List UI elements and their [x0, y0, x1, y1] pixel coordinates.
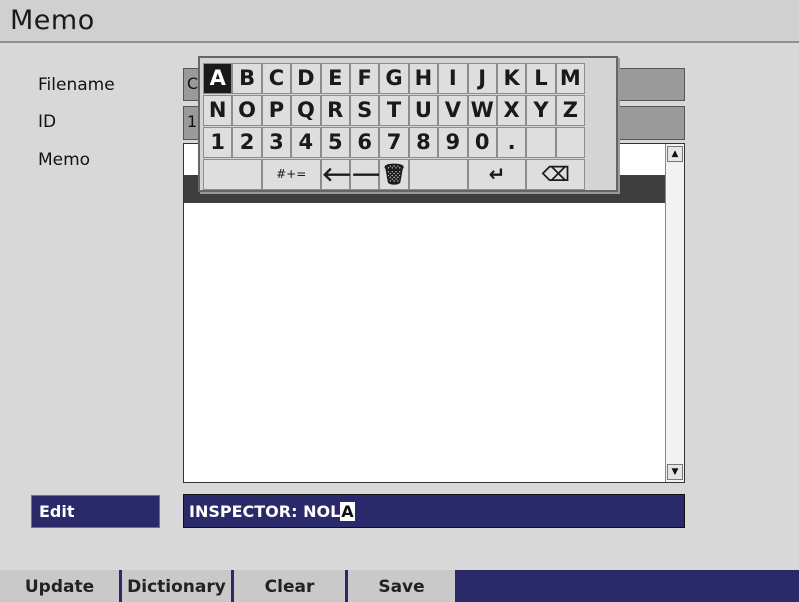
- id-label: ID: [38, 112, 57, 132]
- key-o[interactable]: O: [232, 95, 262, 126]
- key-b[interactable]: B: [232, 63, 262, 94]
- key-r[interactable]: R: [320, 95, 350, 126]
- key-0[interactable]: 0: [467, 127, 497, 158]
- key-blank[interactable]: [526, 127, 556, 158]
- key-1[interactable]: 1: [203, 127, 233, 158]
- scroll-down-icon[interactable]: ▼: [667, 464, 683, 480]
- edit-field[interactable]: INSPECTOR: NOLA: [183, 494, 685, 528]
- edit-label: Edit: [39, 502, 75, 521]
- key-l[interactable]: L: [526, 63, 556, 94]
- key-5[interactable]: 5: [320, 127, 350, 158]
- page-title: Memo: [10, 5, 95, 36]
- key-s[interactable]: S: [349, 95, 380, 126]
- key-d[interactable]: D: [291, 63, 321, 94]
- key-t[interactable]: T: [379, 95, 409, 126]
- update-button[interactable]: Update: [0, 570, 122, 602]
- memo-text-area[interactable]: ▲ ▼: [183, 143, 685, 483]
- left-arrow-icon[interactable]: 🡐: [320, 159, 375, 190]
- memo-screen: Memo Filename ID Memo C 1 ▲ ▼ Edit INSPE…: [0, 0, 799, 602]
- filename-label: Filename: [38, 75, 115, 95]
- key-p[interactable]: P: [261, 95, 292, 126]
- key-blank[interactable]: [555, 127, 586, 158]
- key-4[interactable]: 4: [291, 127, 321, 158]
- memo-label: Memo: [38, 150, 91, 170]
- key-3[interactable]: 3: [261, 127, 292, 158]
- clear-button[interactable]: Clear: [234, 570, 348, 602]
- dictionary-button[interactable]: Dictionary: [122, 570, 234, 602]
- key-e[interactable]: E: [320, 63, 350, 94]
- key-6[interactable]: 6: [349, 127, 380, 158]
- key-m[interactable]: M: [555, 63, 586, 94]
- edit-label-box: Edit: [31, 495, 160, 528]
- key-q[interactable]: Q: [291, 95, 321, 126]
- key-k[interactable]: K: [496, 63, 527, 94]
- key-8[interactable]: 8: [408, 127, 439, 158]
- keyboard-row-letters-2: NOPQRSTUVWXYZ: [203, 95, 586, 126]
- edit-value: INSPECTOR: NOLA: [189, 502, 355, 521]
- key-n[interactable]: N: [203, 95, 233, 126]
- key-u[interactable]: U: [408, 95, 439, 126]
- on-screen-keyboard: ABCDEFGHIJKLM NOPQRSTUVWXYZ 1234567890. …: [198, 56, 618, 192]
- keyboard-row-controls: #+= 🡐 🡒 🗑 ↵ ⌫: [203, 159, 586, 190]
- enter-icon[interactable]: ↵: [467, 159, 527, 190]
- key-h[interactable]: H: [408, 63, 439, 94]
- key-2[interactable]: 2: [232, 127, 262, 158]
- key-period[interactable]: .: [496, 127, 527, 158]
- memo-scrollbar[interactable]: ▲ ▼: [665, 144, 684, 482]
- text-cursor: A: [340, 502, 355, 521]
- key-7[interactable]: 7: [379, 127, 409, 158]
- key-j[interactable]: J: [467, 63, 497, 94]
- key-a[interactable]: A: [203, 63, 233, 94]
- key-9[interactable]: 9: [438, 127, 468, 158]
- trash-icon[interactable]: 🗑: [379, 159, 409, 190]
- key-w[interactable]: W: [467, 95, 497, 126]
- key-f[interactable]: F: [349, 63, 380, 94]
- key-y[interactable]: Y: [526, 95, 556, 126]
- right-arrow-icon[interactable]: 🡒: [349, 159, 405, 190]
- key-c[interactable]: C: [261, 63, 292, 94]
- key-x[interactable]: X: [496, 95, 527, 126]
- key-blank[interactable]: [408, 159, 468, 190]
- keyboard-row-letters-1: ABCDEFGHIJKLM: [203, 63, 586, 94]
- key-v[interactable]: V: [438, 95, 468, 126]
- key-blank[interactable]: [203, 159, 262, 190]
- symbols-key[interactable]: #+=: [261, 159, 321, 190]
- key-g[interactable]: G: [379, 63, 409, 94]
- save-button[interactable]: Save: [348, 570, 458, 602]
- title-bar: Memo: [0, 0, 799, 43]
- backspace-icon[interactable]: ⌫: [526, 159, 586, 190]
- key-i[interactable]: I: [438, 63, 468, 94]
- function-bar: Update Dictionary Clear Save: [0, 570, 799, 602]
- keyboard-row-digits: 1234567890.: [203, 127, 586, 158]
- edit-text: INSPECTOR: NOL: [189, 502, 341, 521]
- scroll-up-icon[interactable]: ▲: [667, 146, 683, 162]
- key-z[interactable]: Z: [555, 95, 586, 126]
